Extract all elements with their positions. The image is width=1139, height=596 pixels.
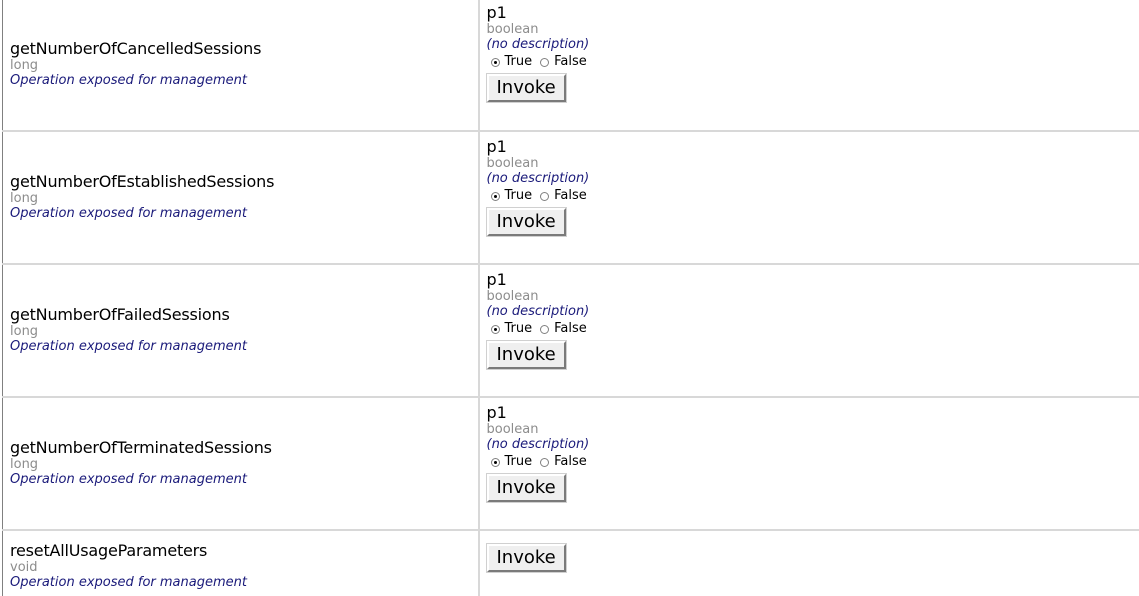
boolean-radio-group: True False bbox=[491, 187, 1139, 205]
operation-row: getNumberOfCancelledSessions long Operat… bbox=[3, 0, 1139, 131]
operation-info-cell: getNumberOfCancelledSessions long Operat… bbox=[3, 0, 479, 131]
true-radio-label[interactable]: True bbox=[505, 53, 533, 71]
operation-row: resetAllUsageParameters void Operation e… bbox=[3, 530, 1139, 596]
operation-description: Operation exposed for management bbox=[10, 73, 478, 89]
param-type: boolean bbox=[487, 289, 1139, 304]
operation-row: getNumberOfTerminatedSessions long Opera… bbox=[3, 397, 1139, 530]
param-type: boolean bbox=[487, 22, 1139, 37]
false-radio-label[interactable]: False bbox=[554, 187, 587, 205]
operations-table: getNumberOfCancelledSessions long Operat… bbox=[2, 0, 1139, 596]
operation-return-type: long bbox=[10, 191, 478, 206]
param-name: p1 bbox=[487, 4, 1139, 22]
operation-return-type: long bbox=[10, 324, 478, 339]
operation-return-type: void bbox=[10, 560, 478, 575]
boolean-radio-group: True False bbox=[491, 320, 1139, 338]
true-radio[interactable] bbox=[491, 325, 500, 334]
operation-info-cell: getNumberOfFailedSessions long Operation… bbox=[3, 264, 479, 397]
operation-info-cell: getNumberOfTerminatedSessions long Opera… bbox=[3, 397, 479, 530]
operation-description: Operation exposed for management bbox=[10, 472, 478, 488]
false-radio[interactable] bbox=[540, 58, 549, 67]
operation-name: getNumberOfEstablishedSessions bbox=[10, 173, 478, 191]
param-description: (no description) bbox=[487, 171, 1139, 187]
operation-row: getNumberOfEstablishedSessions long Oper… bbox=[3, 131, 1139, 264]
true-radio-label[interactable]: True bbox=[505, 453, 533, 471]
param-name: p1 bbox=[487, 271, 1139, 289]
false-radio[interactable] bbox=[540, 325, 549, 334]
boolean-radio-group: True False bbox=[491, 53, 1139, 71]
param-name: p1 bbox=[487, 138, 1139, 156]
operation-return-type: long bbox=[10, 457, 478, 472]
invoke-button[interactable]: Invoke bbox=[487, 544, 566, 572]
operation-params-cell: p1 boolean (no description) True False I… bbox=[479, 264, 1139, 397]
false-radio[interactable] bbox=[540, 192, 549, 201]
false-radio-label[interactable]: False bbox=[554, 53, 587, 71]
operation-params-cell: Invoke bbox=[479, 530, 1139, 596]
false-radio[interactable] bbox=[540, 458, 549, 467]
param-description: (no description) bbox=[487, 37, 1139, 53]
param-description: (no description) bbox=[487, 437, 1139, 453]
param-name: p1 bbox=[487, 404, 1139, 422]
operation-name: getNumberOfTerminatedSessions bbox=[10, 439, 478, 457]
operation-description: Operation exposed for management bbox=[10, 575, 478, 591]
operation-name: getNumberOfCancelledSessions bbox=[10, 40, 478, 58]
operation-description: Operation exposed for management bbox=[10, 206, 478, 222]
operation-info-cell: resetAllUsageParameters void Operation e… bbox=[3, 530, 479, 596]
invoke-button[interactable]: Invoke bbox=[487, 208, 566, 236]
invoke-button[interactable]: Invoke bbox=[487, 474, 566, 502]
true-radio[interactable] bbox=[491, 58, 500, 67]
param-type: boolean bbox=[487, 422, 1139, 437]
operation-params-cell: p1 boolean (no description) True False I… bbox=[479, 0, 1139, 131]
false-radio-label[interactable]: False bbox=[554, 320, 587, 338]
true-radio[interactable] bbox=[491, 458, 500, 467]
invoke-button[interactable]: Invoke bbox=[487, 74, 566, 102]
operation-params-cell: p1 boolean (no description) True False I… bbox=[479, 397, 1139, 530]
true-radio-label[interactable]: True bbox=[505, 320, 533, 338]
true-radio-label[interactable]: True bbox=[505, 187, 533, 205]
param-type: boolean bbox=[487, 156, 1139, 171]
param-description: (no description) bbox=[487, 304, 1139, 320]
operation-return-type: long bbox=[10, 58, 478, 73]
boolean-radio-group: True False bbox=[491, 453, 1139, 471]
operation-name: resetAllUsageParameters bbox=[10, 542, 478, 560]
false-radio-label[interactable]: False bbox=[554, 453, 587, 471]
operation-name: getNumberOfFailedSessions bbox=[10, 306, 478, 324]
operation-params-cell: p1 boolean (no description) True False I… bbox=[479, 131, 1139, 264]
true-radio[interactable] bbox=[491, 192, 500, 201]
operation-info-cell: getNumberOfEstablishedSessions long Oper… bbox=[3, 131, 479, 264]
operation-row: getNumberOfFailedSessions long Operation… bbox=[3, 264, 1139, 397]
operation-description: Operation exposed for management bbox=[10, 339, 478, 355]
invoke-button[interactable]: Invoke bbox=[487, 341, 566, 369]
